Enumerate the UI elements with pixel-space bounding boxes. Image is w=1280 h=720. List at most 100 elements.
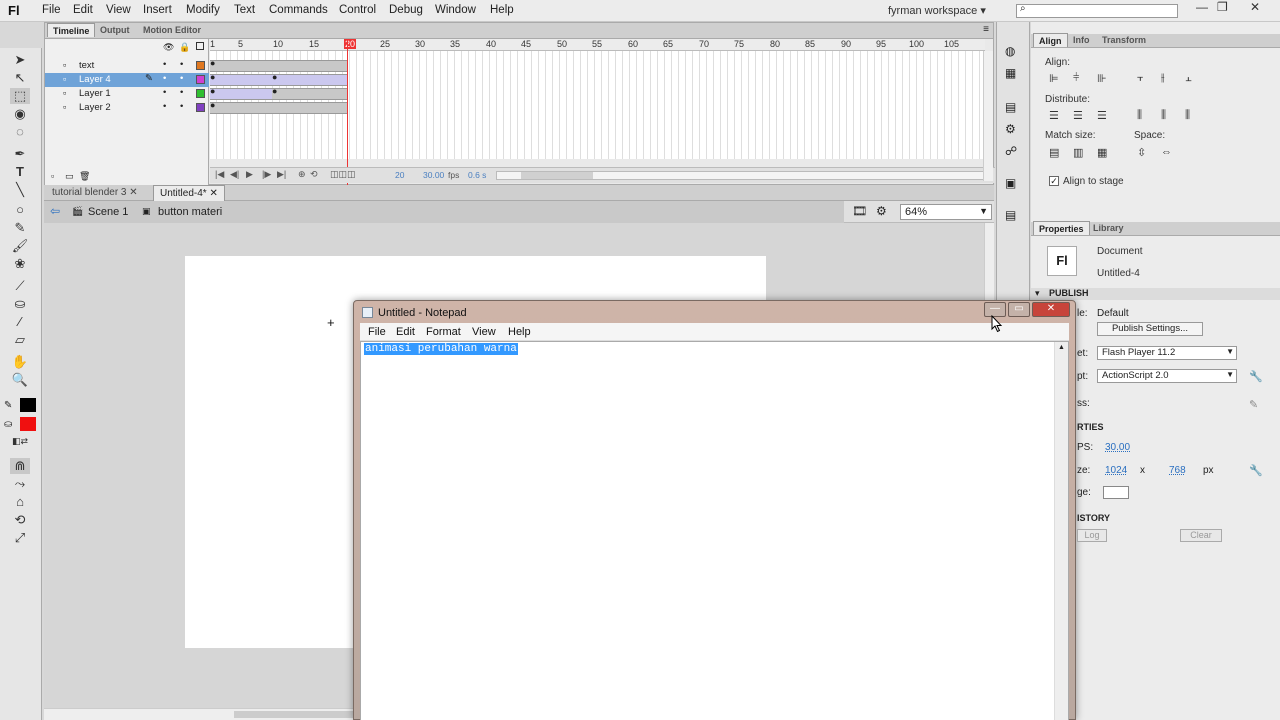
text-tool-icon[interactable]: T <box>10 164 30 180</box>
tab-doc-untitled-4[interactable]: Untitled-4* ✕ <box>153 185 225 201</box>
layer-row-layer-2[interactable]: ▫ Layer 2 • • <box>45 101 209 115</box>
close-icon[interactable]: ✕ <box>1250 0 1260 14</box>
script-select[interactable]: ActionScript 2.0 ▼ <box>1097 369 1237 383</box>
3d-rotation-tool-icon[interactable]: ◉ <box>10 106 30 122</box>
hand-tool-icon[interactable]: ✋ <box>10 354 30 370</box>
panel-menu-icon[interactable]: ≡ <box>983 24 989 35</box>
lasso-tool-icon[interactable]: ◌ <box>10 124 30 140</box>
fps-field[interactable]: 30.00 <box>1105 442 1130 453</box>
timeline-hscroll-thumb[interactable] <box>521 172 593 179</box>
tab-transform[interactable]: Transform <box>1097 33 1151 47</box>
align-left-icon[interactable]: ⊫ <box>1049 72 1063 85</box>
distribute-vcenter-icon[interactable]: ☰ <box>1073 109 1087 122</box>
restore-icon[interactable]: ❐ <box>1217 0 1228 14</box>
match-both-icon[interactable]: ▦ <box>1097 146 1111 159</box>
publish-settings-button[interactable]: Publish Settings... <box>1097 322 1203 336</box>
bone-tool-icon[interactable]: ⟋ <box>10 278 30 294</box>
distribute-top-icon[interactable]: ☰ <box>1049 109 1063 122</box>
tab-info[interactable]: Info <box>1068 33 1095 47</box>
minimize-icon[interactable]: — <box>1196 0 1208 14</box>
step-back-icon[interactable]: ◀| <box>230 169 239 180</box>
timeline-hscroll[interactable] <box>496 171 986 180</box>
notepad-menu-format[interactable]: Format <box>426 326 461 338</box>
menu-insert[interactable]: Insert <box>143 4 172 16</box>
free-transform-tool-icon[interactable]: ⬚ <box>10 88 30 104</box>
distribute-hcenter-icon[interactable]: ⫼ <box>1161 109 1175 121</box>
stage-color-swatch[interactable] <box>1103 486 1129 499</box>
edit-class-icon[interactable]: ✎ <box>1249 398 1258 411</box>
notepad-menu-view[interactable]: View <box>472 326 496 338</box>
workspace-switcher[interactable]: fyrman workspace ▾ <box>888 4 986 17</box>
log-button[interactable]: Log <box>1077 529 1107 542</box>
frame-span-layer-2[interactable]: ● <box>210 100 348 114</box>
swap-colors-icon[interactable]: ◧⇄ <box>10 436 30 452</box>
scene-name[interactable]: Scene 1 <box>88 206 128 218</box>
deco-tool-icon[interactable]: ❀ <box>10 256 30 272</box>
symbol-name[interactable]: button materi <box>158 206 222 218</box>
line-tool-icon[interactable]: ╲ <box>10 182 30 198</box>
tab-motion-editor[interactable]: Motion Editor <box>138 23 206 37</box>
delete-layer-icon[interactable]: 🗑 <box>79 171 90 182</box>
menu-modify[interactable]: Modify <box>186 4 220 16</box>
fps-value[interactable]: 30.00 <box>423 170 444 180</box>
step-forward-icon[interactable]: |▶ <box>262 169 271 180</box>
stroke-color-swatch[interactable] <box>20 398 36 412</box>
notepad-menu-edit[interactable]: Edit <box>396 326 415 338</box>
edit-symbols-icon[interactable]: ⚙ <box>876 204 887 218</box>
notepad-menu-help[interactable]: Help <box>508 326 531 338</box>
pencil-tool-icon[interactable]: ✎ <box>10 220 30 236</box>
frame-span-layer-1-static[interactable]: ● <box>272 86 348 100</box>
menu-file[interactable]: File <box>42 4 61 16</box>
menu-commands[interactable]: Commands <box>269 4 328 16</box>
notepad-menu-file[interactable]: File <box>368 326 386 338</box>
tab-properties[interactable]: Properties <box>1033 221 1090 235</box>
layer-row-text[interactable]: ▫ text • • <box>45 59 209 73</box>
play-icon[interactable]: ▶ <box>246 169 253 180</box>
distribute-bottom-icon[interactable]: ☰ <box>1097 109 1111 122</box>
zoom-select[interactable]: 64% ▼ <box>900 204 992 220</box>
current-frame[interactable]: 20 <box>395 170 404 180</box>
menu-control[interactable]: Control <box>339 4 376 16</box>
project-panel-icon[interactable]: ▤ <box>1005 208 1016 222</box>
new-folder-icon[interactable]: ▭ <box>65 171 74 182</box>
distribute-left-icon[interactable]: ⫼ <box>1137 109 1151 121</box>
timeline-vscroll[interactable] <box>983 51 993 181</box>
edit-scene-icon[interactable]: 🎞 <box>852 204 867 218</box>
notepad-maximize-button[interactable]: ▭ <box>1008 302 1030 317</box>
menu-text[interactable]: Text <box>234 4 255 16</box>
smooth-icon[interactable]: ⤳ <box>10 476 30 492</box>
distribute-right-icon[interactable]: ⫼ <box>1185 109 1199 121</box>
layer-row-layer-1[interactable]: ▫ Layer 1 • • <box>45 87 209 101</box>
align-vcenter-icon[interactable]: ⫲ <box>1161 72 1175 84</box>
library-panel-icon[interactable]: ▤ <box>1005 100 1016 114</box>
frame-grid[interactable]: 1 5 10 15 20 25 30 35 40 45 50 55 60 65 … <box>210 39 985 159</box>
wrench-icon[interactable]: 🔧 <box>1249 464 1263 477</box>
frame-span-text[interactable]: ● <box>210 58 348 72</box>
frame-span-layer-1[interactable]: ● <box>210 86 272 100</box>
match-height-icon[interactable]: ▥ <box>1073 146 1087 159</box>
tab-doc-tutorial-blender[interactable]: tutorial blender 3 ✕ <box>46 185 144 201</box>
go-to-first-frame-icon[interactable]: |◀ <box>215 169 224 180</box>
space-horizontal-icon[interactable]: ⇔ <box>1161 146 1175 158</box>
playhead[interactable] <box>347 39 348 186</box>
motion-presets-icon[interactable]: ☍ <box>1005 144 1017 158</box>
frame-span-layer-4[interactable]: ● ● <box>210 72 348 86</box>
eye-icon[interactable]: 👁 <box>163 42 174 53</box>
tab-timeline[interactable]: Timeline <box>47 23 96 37</box>
onion-skin-icon[interactable]: ◫◫◫ <box>330 169 356 180</box>
tab-output[interactable]: Output <box>95 23 135 37</box>
notepad-close-button[interactable]: ✕ <box>1032 302 1070 317</box>
color-panel-icon[interactable]: ◍ <box>1005 44 1015 58</box>
new-layer-icon[interactable]: ▫ <box>51 171 54 181</box>
oval-tool-icon[interactable]: ○ <box>10 202 30 218</box>
eraser-tool-icon[interactable]: ▱ <box>10 332 30 348</box>
align-right-icon[interactable]: ⊪ <box>1097 72 1111 85</box>
straighten-icon[interactable]: ⌂ <box>10 494 30 510</box>
zoom-tool-icon[interactable]: 🔍 <box>10 372 30 388</box>
center-frame-icon[interactable]: ⊕ <box>298 169 306 180</box>
space-vertical-icon[interactable]: ⇳ <box>1137 146 1151 159</box>
subselection-tool-icon[interactable]: ↖ <box>10 70 30 86</box>
components-panel-icon[interactable]: ⚙ <box>1005 122 1016 136</box>
layer-row-layer-4[interactable]: ▫ Layer 4 ✎ • • <box>45 73 209 87</box>
back-arrow-icon[interactable]: ⇦ <box>50 204 60 218</box>
